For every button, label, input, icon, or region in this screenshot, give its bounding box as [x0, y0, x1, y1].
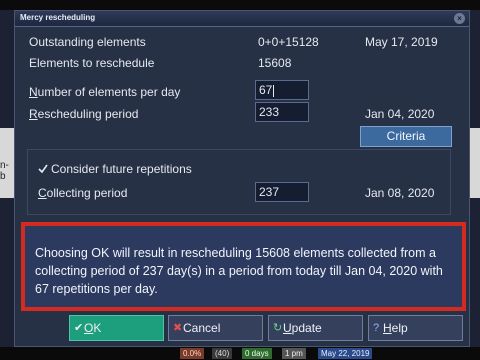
collecting-input[interactable]: 237 [255, 182, 309, 202]
period-label: Rescheduling period [29, 107, 138, 121]
status-taskbar: 0.0% (40) 0 days 1 pm May 22, 2019 [0, 347, 480, 360]
button-bar: ✔ OK ✖ Cancel ↻ Update ? Help [15, 313, 471, 346]
future-repetitions-checkbox[interactable] [38, 164, 48, 174]
collecting-group [27, 149, 451, 215]
dialog-title: Mercy rescheduling [20, 13, 96, 22]
collecting-label-rest: ollecting period [46, 186, 128, 200]
title-bar[interactable]: Mercy rescheduling × [15, 11, 469, 27]
update-accel: U [283, 321, 292, 335]
per-day-input[interactable]: 67 [255, 80, 309, 100]
help-button[interactable]: ? Help [368, 315, 463, 341]
check-icon: ✔ [74, 322, 84, 334]
period-date: Jan 04, 2020 [365, 107, 435, 121]
background-app-left: n-b [0, 10, 14, 355]
update-label: pdate [291, 321, 322, 335]
status-item: 0 days [242, 348, 272, 359]
help-icon: ? [373, 322, 380, 334]
collecting-value: 237 [259, 185, 280, 199]
background-text-fragment: n-b [0, 160, 9, 182]
help-accel: H [383, 321, 392, 335]
info-message-box: Choosing OK will result in rescheduling … [21, 222, 466, 311]
outstanding-label: Outstanding elements [29, 35, 146, 49]
help-label: elp [391, 321, 408, 335]
text-caret [273, 84, 275, 97]
status-item: 1 pm [282, 348, 306, 359]
rescheduling-dialog: Mercy rescheduling × Outstanding element… [14, 10, 470, 347]
info-message-text: Choosing OK will result in rescheduling … [35, 246, 443, 296]
period-value: 233 [259, 105, 280, 119]
to-reschedule-label: Elements to reschedule [29, 56, 155, 70]
future-repetitions-label: Consider future repetitions [51, 162, 192, 176]
update-button[interactable]: ↻ Update [268, 315, 363, 341]
collecting-label-accel: C [38, 186, 47, 200]
checkmark-icon [38, 164, 48, 174]
period-input[interactable]: 233 [255, 102, 309, 122]
per-day-label-accel: N [29, 85, 38, 99]
ok-accel: O [84, 321, 94, 335]
period-label-accel: R [29, 107, 38, 121]
per-day-label-rest: umber of elements per day [37, 85, 181, 99]
ok-button[interactable]: ✔ OK [69, 315, 164, 341]
close-icon[interactable]: × [454, 13, 465, 24]
refresh-icon: ↻ [273, 322, 283, 334]
cancel-label: Cancel [183, 321, 221, 335]
outstanding-date: May 17, 2019 [365, 35, 438, 49]
cross-icon: ✖ [173, 322, 183, 334]
ok-label: K [93, 321, 102, 335]
collecting-label: Collecting period [38, 186, 127, 200]
per-day-value: 67 [259, 83, 273, 97]
status-item: May 22, 2019 [318, 348, 373, 359]
collecting-date: Jan 08, 2020 [365, 186, 435, 200]
per-day-label: Number of elements per day [29, 85, 180, 99]
status-item: 0.0% [180, 348, 205, 359]
to-reschedule-value: 15608 [258, 56, 292, 70]
cancel-button[interactable]: ✖ Cancel [168, 315, 263, 341]
period-label-rest: escheduling period [37, 107, 139, 121]
outstanding-value: 0+0+15128 [258, 35, 319, 49]
criteria-button[interactable]: Criteria [360, 126, 452, 147]
screen: n-b Mercy rescheduling × Outstanding ele… [0, 0, 480, 360]
status-item: (40) [212, 348, 233, 359]
